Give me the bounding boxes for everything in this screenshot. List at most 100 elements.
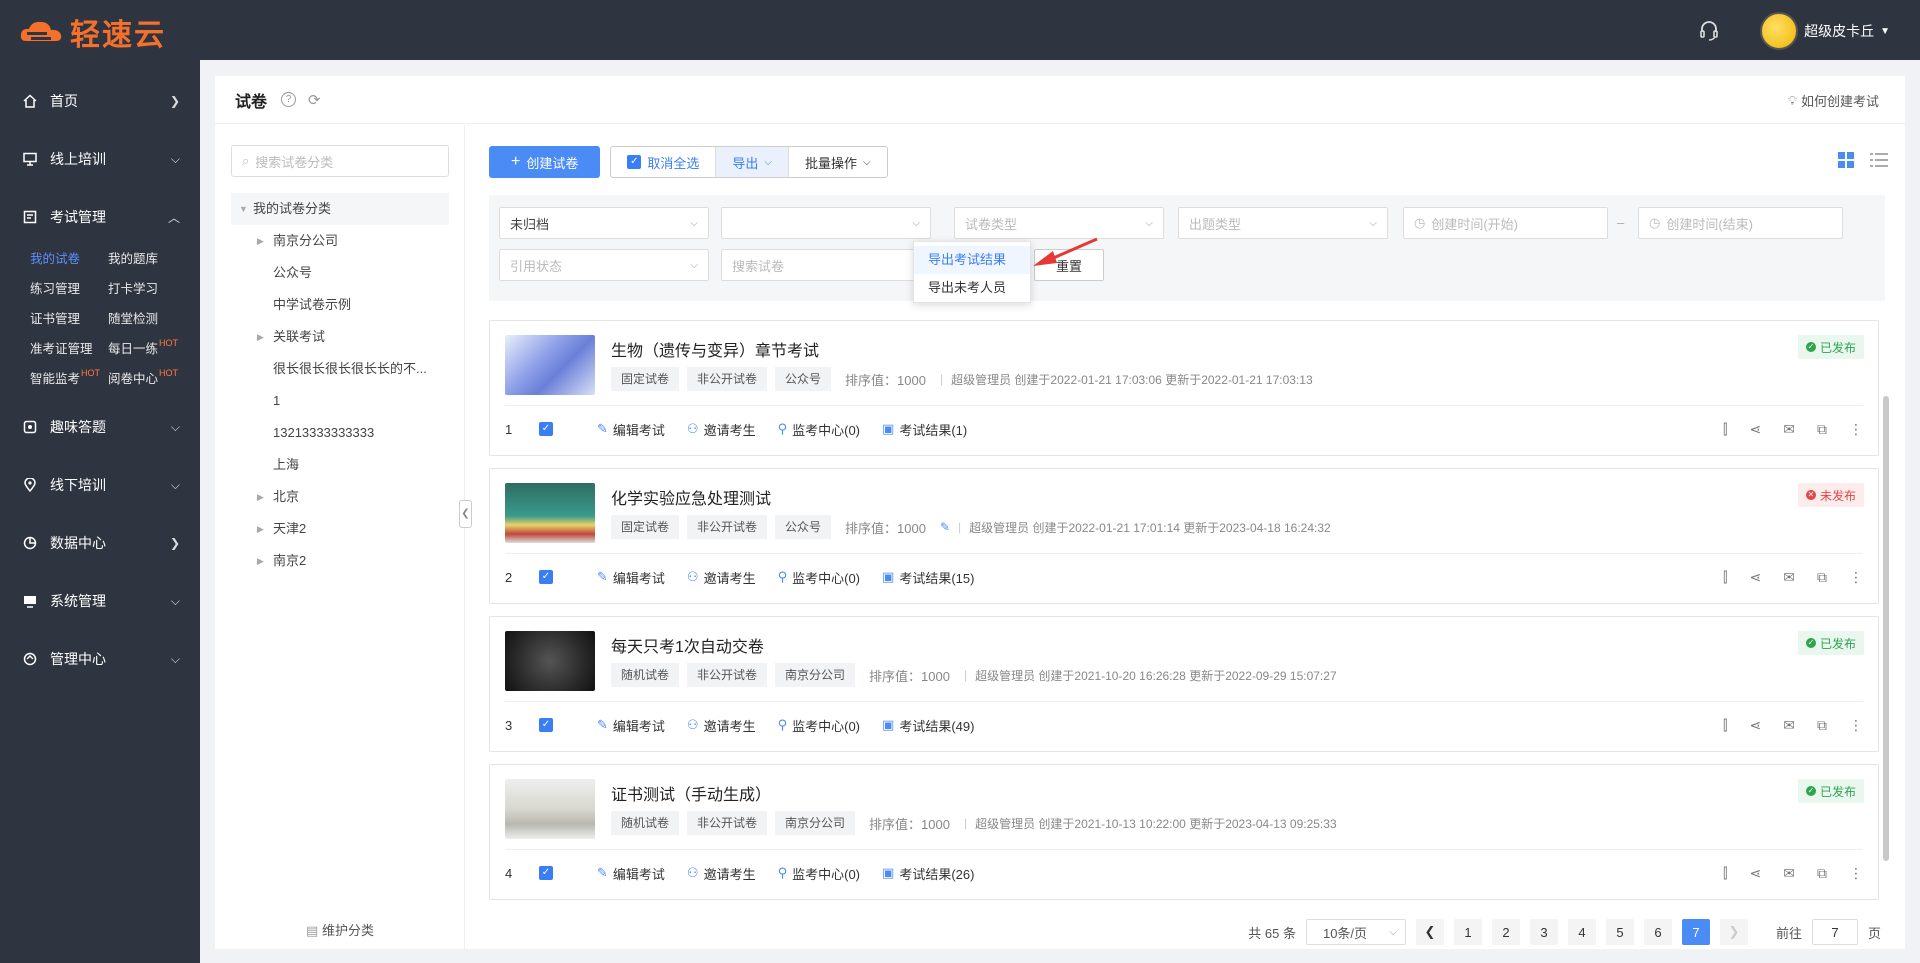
more-icon[interactable]: ⋮	[1849, 421, 1863, 438]
page-size-select[interactable]: 10条/页 ⌵	[1305, 919, 1406, 945]
category-search-input[interactable]: ⌕ 搜索试卷分类	[231, 145, 449, 177]
submenu-checkin[interactable]: 打卡学习	[108, 278, 198, 300]
deselect-all-button[interactable]: ✓ 取消全选	[611, 147, 717, 177]
search-paper-input[interactable]: 搜索试卷	[721, 249, 934, 281]
row-checkbox[interactable]: ✓	[539, 570, 553, 584]
sidebar-item-admin[interactable]: 管理中心 ⌵	[0, 630, 200, 688]
tree-item[interactable]: ▶ 北京	[231, 481, 449, 513]
paper-title[interactable]: 化学实验应急处理测试	[611, 485, 771, 509]
logo[interactable]: 轻速云	[18, 10, 166, 54]
tree-item[interactable]: 公众号	[231, 257, 449, 289]
export-absentees-menu-item[interactable]: 导出未考人员	[914, 274, 1030, 302]
edit-order-icon[interactable]: ✎	[940, 520, 950, 534]
copy-icon[interactable]: ⧉	[1817, 569, 1827, 586]
exam-results-button[interactable]: ▣ 考试结果(15)	[882, 568, 974, 587]
maintain-category-button[interactable]: ▤ 维护分类	[215, 920, 465, 939]
row-checkbox[interactable]: ✓	[539, 718, 553, 732]
headset-icon[interactable]	[1698, 19, 1720, 44]
share-icon[interactable]: ⋖	[1750, 717, 1762, 734]
mail-icon[interactable]: ✉	[1783, 569, 1795, 586]
copy-icon[interactable]: ⧉	[1817, 717, 1827, 734]
share-icon[interactable]: ⋖	[1750, 569, 1762, 586]
edit-exam-button[interactable]: ✎ 编辑考试	[597, 716, 665, 735]
list-view-icon[interactable]	[1869, 151, 1889, 172]
create-paper-button[interactable]: + 创建试卷	[489, 146, 601, 178]
category-select[interactable]: ⌵	[721, 207, 931, 239]
scrollbar[interactable]	[1883, 396, 1889, 861]
tree-item[interactable]: 1	[231, 385, 449, 417]
created-end-picker[interactable]: ◷ 创建时间(结束)	[1638, 207, 1843, 239]
tree-root[interactable]: ▼ 我的试卷分类	[231, 193, 449, 225]
tree-item[interactable]: ▶ 天津2	[231, 513, 449, 545]
mail-icon[interactable]: ✉	[1783, 717, 1795, 734]
tree-item[interactable]: ▶ 南京2	[231, 545, 449, 577]
edit-exam-button[interactable]: ✎ 编辑考试	[597, 568, 665, 587]
sidebar-item-system[interactable]: 系统管理 ⌵	[0, 572, 200, 630]
more-icon[interactable]: ⋮	[1849, 717, 1863, 734]
created-start-picker[interactable]: ◷ 创建时间(开始)	[1403, 207, 1608, 239]
tree-item[interactable]: 上海	[231, 449, 449, 481]
paper-type-select[interactable]: 试卷类型 ⌵	[954, 207, 1164, 239]
exam-results-button[interactable]: ▣ 考试结果(1)	[882, 420, 967, 439]
archive-select[interactable]: 未归档 ⌵	[499, 207, 709, 239]
copy-icon[interactable]: ⧉	[1817, 865, 1827, 882]
monitor-center-button[interactable]: ⚲ 监考中心(0)	[778, 568, 860, 587]
edit-exam-button[interactable]: ✎ 编辑考试	[597, 864, 665, 883]
tree-item[interactable]: 13213333333333	[231, 417, 449, 449]
monitor-center-button[interactable]: ⚲ 监考中心(0)	[778, 716, 860, 735]
monitor-center-button[interactable]: ⚲ 监考中心(0)	[778, 420, 860, 439]
prev-page-button[interactable]: ❮	[1415, 919, 1444, 945]
row-checkbox[interactable]: ✓	[539, 866, 553, 880]
edit-exam-button[interactable]: ✎ 编辑考试	[597, 420, 665, 439]
stats-icon[interactable]: ⫿	[1723, 717, 1727, 734]
submenu-question-bank[interactable]: 我的题库	[108, 248, 198, 270]
invite-examinee-button[interactable]: ⚇ 邀请考生	[687, 716, 756, 735]
question-type-select[interactable]: 出题类型 ⌵	[1178, 207, 1388, 239]
submenu-certificate[interactable]: 证书管理	[30, 308, 108, 330]
exam-results-button[interactable]: ▣ 考试结果(26)	[882, 864, 974, 883]
submenu-quiz[interactable]: 随堂检测	[108, 308, 198, 330]
sidebar-item-home[interactable]: 首页 ❯	[0, 72, 200, 130]
stats-icon[interactable]: ⫿	[1723, 569, 1727, 586]
paper-title[interactable]: 生物（遗传与变异）章节考试	[611, 337, 819, 361]
share-icon[interactable]: ⋖	[1750, 865, 1762, 882]
ref-status-select[interactable]: 引用状态 ⌵	[499, 249, 709, 281]
sidebar-item-fun-quiz[interactable]: 趣味答题 ⌵	[0, 398, 200, 456]
submenu-admission[interactable]: 准考证管理	[30, 338, 108, 360]
page-button[interactable]: 1	[1453, 919, 1482, 945]
page-button[interactable]: 4	[1567, 919, 1596, 945]
submenu-practice[interactable]: 练习管理	[30, 278, 108, 300]
tree-item[interactable]: ▶ 南京分公司	[231, 225, 449, 257]
how-to-create-link[interactable]: 💡︎ 如何创建考试	[1788, 91, 1879, 110]
batch-operations-button[interactable]: 批量操作 ⌵	[789, 147, 887, 177]
submenu-smart-proctor[interactable]: 智能监考 HOT	[30, 368, 108, 390]
submenu-daily-practice[interactable]: 每日一练 HOT	[108, 338, 198, 360]
paper-card[interactable]: 每天只考1次自动交卷 随机试卷 非公开试卷 南京分公司 排序值：1000 | 超…	[489, 616, 1879, 752]
share-icon[interactable]: ⋖	[1750, 421, 1762, 438]
mail-icon[interactable]: ✉	[1783, 421, 1795, 438]
grid-view-icon[interactable]	[1837, 151, 1855, 172]
sidebar-item-exam-management[interactable]: 考试管理 ︿	[0, 188, 200, 246]
page-button-current[interactable]: 7	[1681, 919, 1710, 945]
paper-title[interactable]: 证书测试（手动生成）	[611, 781, 771, 805]
collapse-panel-button[interactable]: ❮	[459, 500, 472, 528]
refresh-icon[interactable]: ⟳	[308, 91, 321, 109]
help-circle-icon[interactable]: ?	[281, 92, 297, 107]
tree-item[interactable]: 很长很长很长很长长的不...	[231, 353, 449, 385]
paper-card[interactable]: 化学实验应急处理测试 固定试卷 非公开试卷 公众号 排序值：1000 ✎ | 超…	[489, 468, 1879, 604]
stats-icon[interactable]: ⫿	[1723, 421, 1727, 438]
page-button[interactable]: 3	[1529, 919, 1558, 945]
tree-item[interactable]: ▶ 关联考试	[231, 321, 449, 353]
stats-icon[interactable]: ⫿	[1723, 865, 1727, 882]
invite-examinee-button[interactable]: ⚇ 邀请考生	[687, 568, 756, 587]
sidebar-item-online-training[interactable]: 线上培训 ⌵	[0, 130, 200, 188]
sidebar-item-data-center[interactable]: 数据中心 ❯	[0, 514, 200, 572]
paper-card[interactable]: 证书测试（手动生成） 随机试卷 非公开试卷 南京分公司 排序值：1000 | 超…	[489, 764, 1879, 900]
row-checkbox[interactable]: ✓	[539, 422, 553, 436]
paper-card[interactable]: 生物（遗传与变异）章节考试 固定试卷 非公开试卷 公众号 排序值：1000 | …	[489, 320, 1879, 456]
copy-icon[interactable]: ⧉	[1817, 421, 1827, 438]
sidebar-item-offline-training[interactable]: 线下培训 ⌵	[0, 456, 200, 514]
paper-title[interactable]: 每天只考1次自动交卷	[611, 633, 764, 657]
page-button[interactable]: 5	[1605, 919, 1634, 945]
page-button[interactable]: 2	[1491, 919, 1520, 945]
